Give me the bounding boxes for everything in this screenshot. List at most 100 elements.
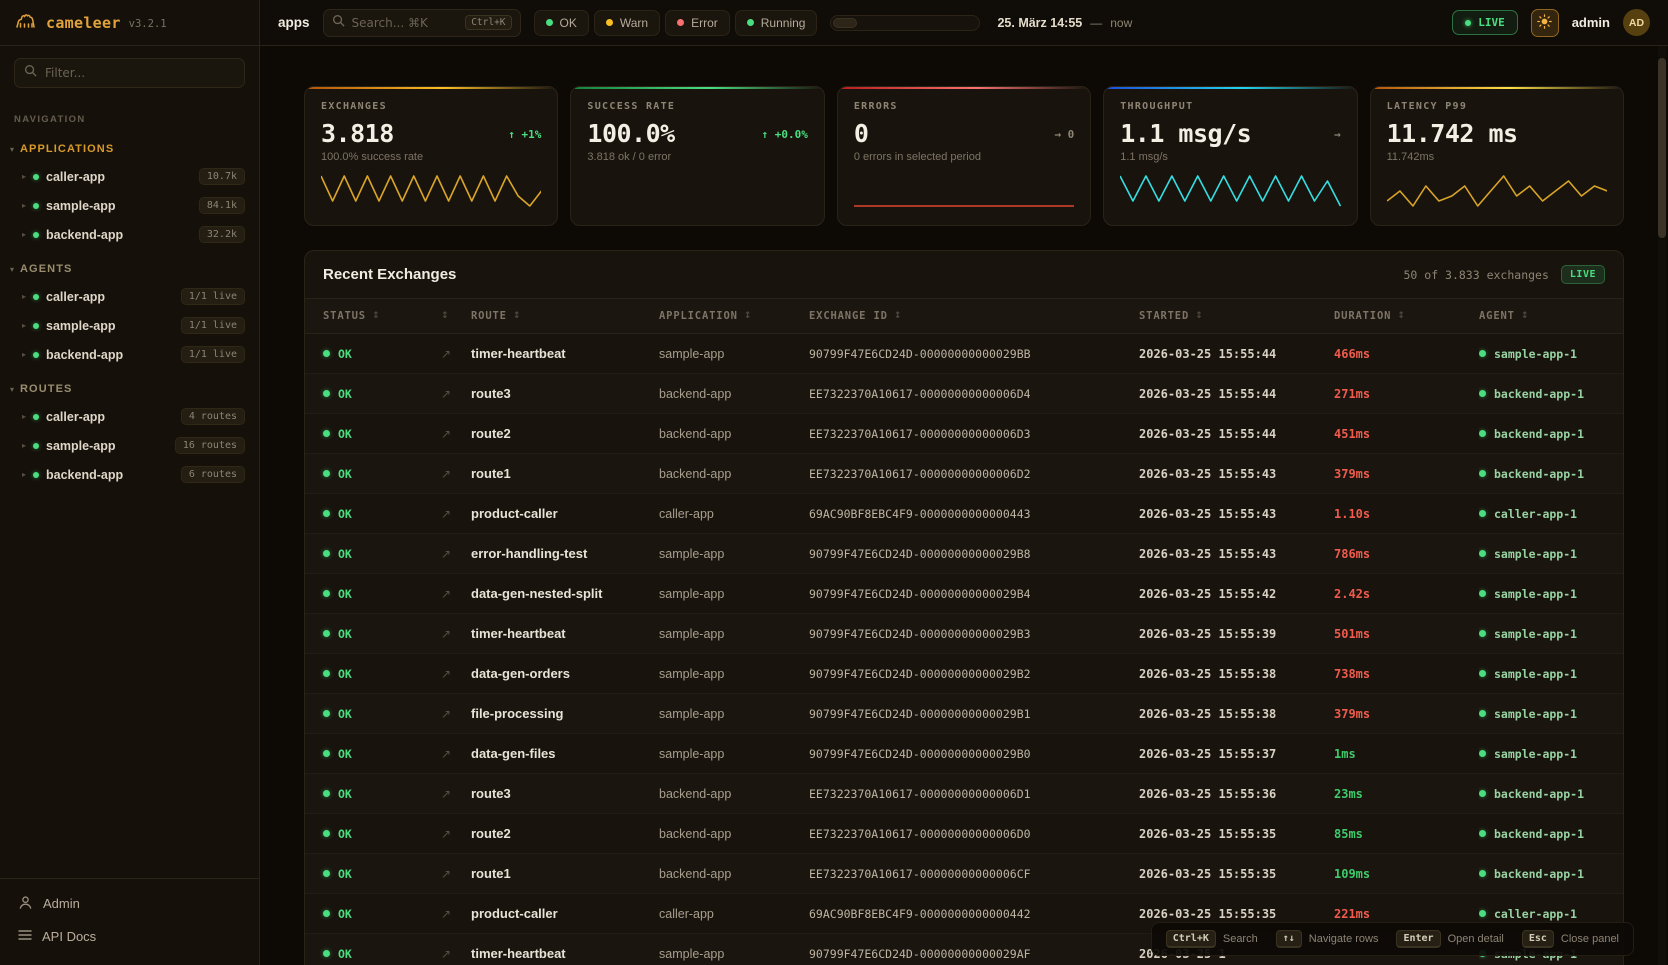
application-cell: sample-app [659,947,809,961]
theme-toggle-button[interactable] [1531,9,1559,37]
column-label: DURATION [1334,310,1391,322]
table-column-header[interactable]: DURATION ↕ [1334,310,1479,322]
open-exchange-icon[interactable]: ↗ [441,347,471,361]
sidebar-item[interactable]: ▸ sample-app 1/1 live [0,311,259,340]
stat-card[interactable]: EXCHANGES 3.818 ↑ +1% 100.0% success rat… [304,86,558,226]
sidebar-navigation: ▾ APPLICATIONS ▸ caller-app 10.7k ▸ samp… [0,129,259,489]
open-exchange-icon[interactable]: ↗ [441,907,471,921]
table-column-header[interactable]: EXCHANGE ID ↕ [809,310,1139,322]
sidebar-filter[interactable] [14,58,245,88]
sidebar-section-header[interactable]: ▾ APPLICATIONS [0,129,259,162]
status-dot [323,950,330,957]
table-row[interactable]: OK ↗ route3 backend-app EE7322370A10617-… [305,774,1623,814]
agent-label: backend-app-1 [1494,467,1584,481]
status-filter-chip[interactable]: Running [735,10,818,36]
stat-card[interactable]: THROUGHPUT 1.1 msg/s → 1.1 msg/s [1103,86,1357,226]
open-exchange-icon[interactable]: ↗ [441,947,471,961]
app-logo[interactable]: cameleer v3.2.1 [0,0,259,46]
sidebar-item[interactable]: ▸ sample-app 16 routes [0,431,259,460]
open-exchange-icon[interactable]: ↗ [441,747,471,761]
table-row[interactable]: OK ↗ error-handling-test sample-app 9079… [305,534,1623,574]
sidebar-filter-input[interactable] [45,66,235,80]
stat-card[interactable]: ERRORS 0 → 0 0 errors in selected period [837,86,1091,226]
sidebar-item[interactable]: ▸ sample-app 84.1k [0,191,259,220]
table-column-header[interactable]: STATUS ↕ [323,310,441,322]
table-row[interactable]: OK ↗ route2 backend-app EE7322370A10617-… [305,414,1623,454]
table-body: OK ↗ timer-heartbeat sample-app 90799F47… [305,334,1623,965]
open-exchange-icon[interactable]: ↗ [441,827,471,841]
table-column-header[interactable]: STARTED ↕ [1139,310,1334,322]
table-row[interactable]: OK ↗ product-caller caller-app 69AC90BF8… [305,494,1623,534]
sidebar-item[interactable]: ▸ caller-app 4 routes [0,402,259,431]
open-exchange-icon[interactable]: ↗ [441,427,471,441]
table-row[interactable]: OK ↗ route2 backend-app EE7322370A10617-… [305,814,1623,854]
time-range-button[interactable] [881,18,905,28]
open-exchange-icon[interactable]: ↗ [441,387,471,401]
open-exchange-icon[interactable]: ↗ [441,467,471,481]
status-cell: OK [323,827,441,841]
sidebar-section-header[interactable]: ▾ AGENTS [0,249,259,282]
table-row[interactable]: OK ↗ route1 backend-app EE7322370A10617-… [305,454,1623,494]
stat-card[interactable]: SUCCESS RATE 100.0% ↑ +0.0% 3.818 ok / 0… [570,86,824,226]
date-range-picker[interactable]: 25. März 14:55 — now [997,16,1132,30]
sidebar-item[interactable]: ▸ backend-app 1/1 live [0,340,259,369]
open-exchange-icon[interactable]: ↗ [441,627,471,641]
sparkline-chart [321,170,541,210]
exchange-id-cell: 90799F47E6CD24D-00000000000029B4 [809,587,1139,601]
column-label: AGENT [1479,310,1515,322]
table-row[interactable]: OK ↗ data-gen-nested-split sample-app 90… [305,574,1623,614]
time-range-button[interactable] [857,18,881,28]
duration-cell: 221ms [1334,907,1479,921]
sidebar-item[interactable]: ▸ caller-app 1/1 live [0,282,259,311]
sidebar-item[interactable]: ▸ backend-app 6 routes [0,460,259,489]
time-range-button[interactable] [905,18,929,28]
sidebar-item[interactable]: ▸ backend-app 32.2k [0,220,259,249]
stat-label: EXCHANGES [321,101,541,112]
scrollbar-track[interactable] [1658,46,1666,965]
open-exchange-icon[interactable]: ↗ [441,707,471,721]
status-dot [323,630,330,637]
table-column-header[interactable]: AGENT ↕ [1479,310,1605,322]
avatar[interactable]: AD [1623,9,1650,36]
sidebar-section-header[interactable]: ▾ ROUTES [0,369,259,402]
time-range-button[interactable] [833,18,857,28]
open-exchange-icon[interactable]: ↗ [441,667,471,681]
sidebar-footer-item[interactable]: Admin [0,887,259,920]
status-filter-chip[interactable]: Error [665,10,730,36]
live-indicator[interactable]: LIVE [1452,10,1518,35]
status-label: OK [338,947,352,961]
route-cell: data-gen-files [471,746,659,761]
table-row[interactable]: OK ↗ route3 backend-app EE7322370A10617-… [305,374,1623,414]
route-cell: route2 [471,426,659,441]
table-row[interactable]: OK ↗ route1 backend-app EE7322370A10617-… [305,854,1623,894]
open-exchange-icon[interactable]: ↗ [441,867,471,881]
status-filter-chip[interactable]: Warn [594,10,660,36]
global-search[interactable]: Ctrl+K [323,9,521,37]
table-column-header[interactable]: APPLICATION ↕ [659,310,809,322]
status-filter-chip[interactable]: OK [534,10,589,36]
table-row[interactable]: OK ↗ data-gen-orders sample-app 90799F47… [305,654,1623,694]
open-exchange-icon[interactable]: ↗ [441,547,471,561]
exchange-id-cell: 90799F47E6CD24D-00000000000029B0 [809,747,1139,761]
open-exchange-icon[interactable]: ↗ [441,587,471,601]
status-dot [33,414,39,420]
time-range-button[interactable] [929,18,953,28]
search-input[interactable] [352,16,459,30]
stat-card[interactable]: LATENCY P99 11.742 ms 11.742ms [1370,86,1624,226]
sidebar-footer-item[interactable]: API Docs [0,920,259,953]
table-column-header[interactable]: ROUTE ↕ [471,310,659,322]
table-row[interactable]: OK ↗ file-processing sample-app 90799F47… [305,694,1623,734]
table-row[interactable]: OK ↗ timer-heartbeat sample-app 90799F47… [305,614,1623,654]
table-column-header[interactable]: ↕ [441,311,471,321]
status-dot [323,390,330,397]
open-exchange-icon[interactable]: ↗ [441,507,471,521]
table-row[interactable]: OK ↗ data-gen-files sample-app 90799F47E… [305,734,1623,774]
scrollbar-thumb[interactable] [1658,58,1666,238]
open-exchange-icon[interactable]: ↗ [441,787,471,801]
agent-label: caller-app-1 [1494,907,1577,921]
duration-cell: 23ms [1334,787,1479,801]
route-cell: route2 [471,826,659,841]
sidebar-item[interactable]: ▸ caller-app 10.7k [0,162,259,191]
time-range-button[interactable] [953,18,977,28]
table-row[interactable]: OK ↗ timer-heartbeat sample-app 90799F47… [305,334,1623,374]
